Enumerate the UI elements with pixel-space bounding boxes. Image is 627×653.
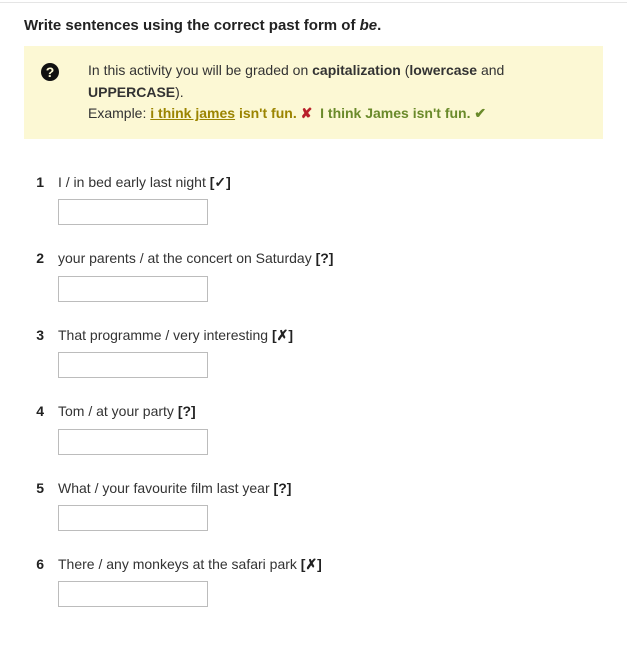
question-body: your parents / at the concert on Saturda… <box>58 247 603 315</box>
hint-capitalization: capitalization <box>312 62 401 78</box>
question-row: 5 What / your favourite film last year [… <box>24 477 603 545</box>
help-icon: ? <box>40 62 60 125</box>
question-body: Tom / at your party [?] <box>58 400 603 468</box>
title-be: be <box>360 17 378 34</box>
question-number: 3 <box>24 324 58 346</box>
questions-list: 1 I / in bed early last night [✓] 2 your… <box>24 171 603 621</box>
exercise-container: Write sentences using the correct past f… <box>0 2 627 653</box>
hint-and: and <box>477 62 504 78</box>
prompt-mark: [?] <box>316 250 334 266</box>
hint-text: In this activity you will be graded on c… <box>88 60 585 125</box>
example-right-text: I think James isn't fun. <box>320 105 470 121</box>
prompt-mark: [✗] <box>272 327 293 343</box>
answer-input[interactable] <box>58 505 208 531</box>
question-body: I / in bed early last night [✓] <box>58 171 603 239</box>
prompt-text: There / any monkeys at the safari park <box>58 556 301 572</box>
hint-lowercase: lowercase <box>409 62 477 78</box>
prompt-text: Tom / at your party <box>58 403 178 419</box>
hint-line1-pre: In this activity you will be graded on <box>88 62 312 78</box>
prompt-mark: [✓] <box>210 174 231 190</box>
title-suffix: . <box>377 17 381 34</box>
prompt-text: I / in bed early last night <box>58 174 210 190</box>
answer-input[interactable] <box>58 352 208 378</box>
prompt-mark: [?] <box>178 403 196 419</box>
question-number: 6 <box>24 553 58 575</box>
question-body: What / your favourite film last year [?] <box>58 477 603 545</box>
hint-uppercase: UPPERCASE <box>88 84 175 100</box>
question-prompt: What / your favourite film last year [?] <box>58 477 603 499</box>
question-prompt: That programme / very interesting [✗] <box>58 324 603 346</box>
title-prefix: Write sentences using the correct past f… <box>24 17 360 34</box>
answer-input[interactable] <box>58 581 208 607</box>
answer-input[interactable] <box>58 199 208 225</box>
question-body: There / any monkeys at the safari park [… <box>58 553 603 621</box>
hint-box: ? In this activity you will be graded on… <box>24 46 603 139</box>
question-row: 3 That programme / very interesting [✗] <box>24 324 603 392</box>
question-number: 5 <box>24 477 58 499</box>
svg-text:?: ? <box>46 64 55 80</box>
question-number: 4 <box>24 400 58 422</box>
answer-input[interactable] <box>58 276 208 302</box>
question-prompt: I / in bed early last night [✓] <box>58 171 603 193</box>
question-row: 6 There / any monkeys at the safari park… <box>24 553 603 621</box>
question-number: 2 <box>24 247 58 269</box>
question-prompt: your parents / at the concert on Saturda… <box>58 247 603 269</box>
question-row: 4 Tom / at your party [?] <box>24 400 603 468</box>
x-icon: ✘ <box>301 105 313 121</box>
prompt-mark: [?] <box>274 480 292 496</box>
prompt-text: That programme / very interesting <box>58 327 272 343</box>
question-row: 2 your parents / at the concert on Satur… <box>24 247 603 315</box>
check-icon: ✔ <box>474 105 486 121</box>
question-prompt: Tom / at your party [?] <box>58 400 603 422</box>
example-wrong-text: i think james <box>150 105 235 121</box>
answer-input[interactable] <box>58 429 208 455</box>
exercise-title: Write sentences using the correct past f… <box>24 17 603 34</box>
hint-paren-close: ). <box>175 84 184 100</box>
question-row: 1 I / in bed early last night [✓] <box>24 171 603 239</box>
hint-example-label: Example: <box>88 105 150 121</box>
prompt-mark: [✗] <box>301 556 322 572</box>
question-body: That programme / very interesting [✗] <box>58 324 603 392</box>
question-prompt: There / any monkeys at the safari park [… <box>58 553 603 575</box>
question-number: 1 <box>24 171 58 193</box>
example-wrong-tail: isn't fun. <box>235 105 297 121</box>
prompt-text: your parents / at the concert on Saturda… <box>58 250 316 266</box>
prompt-text: What / your favourite film last year <box>58 480 274 496</box>
